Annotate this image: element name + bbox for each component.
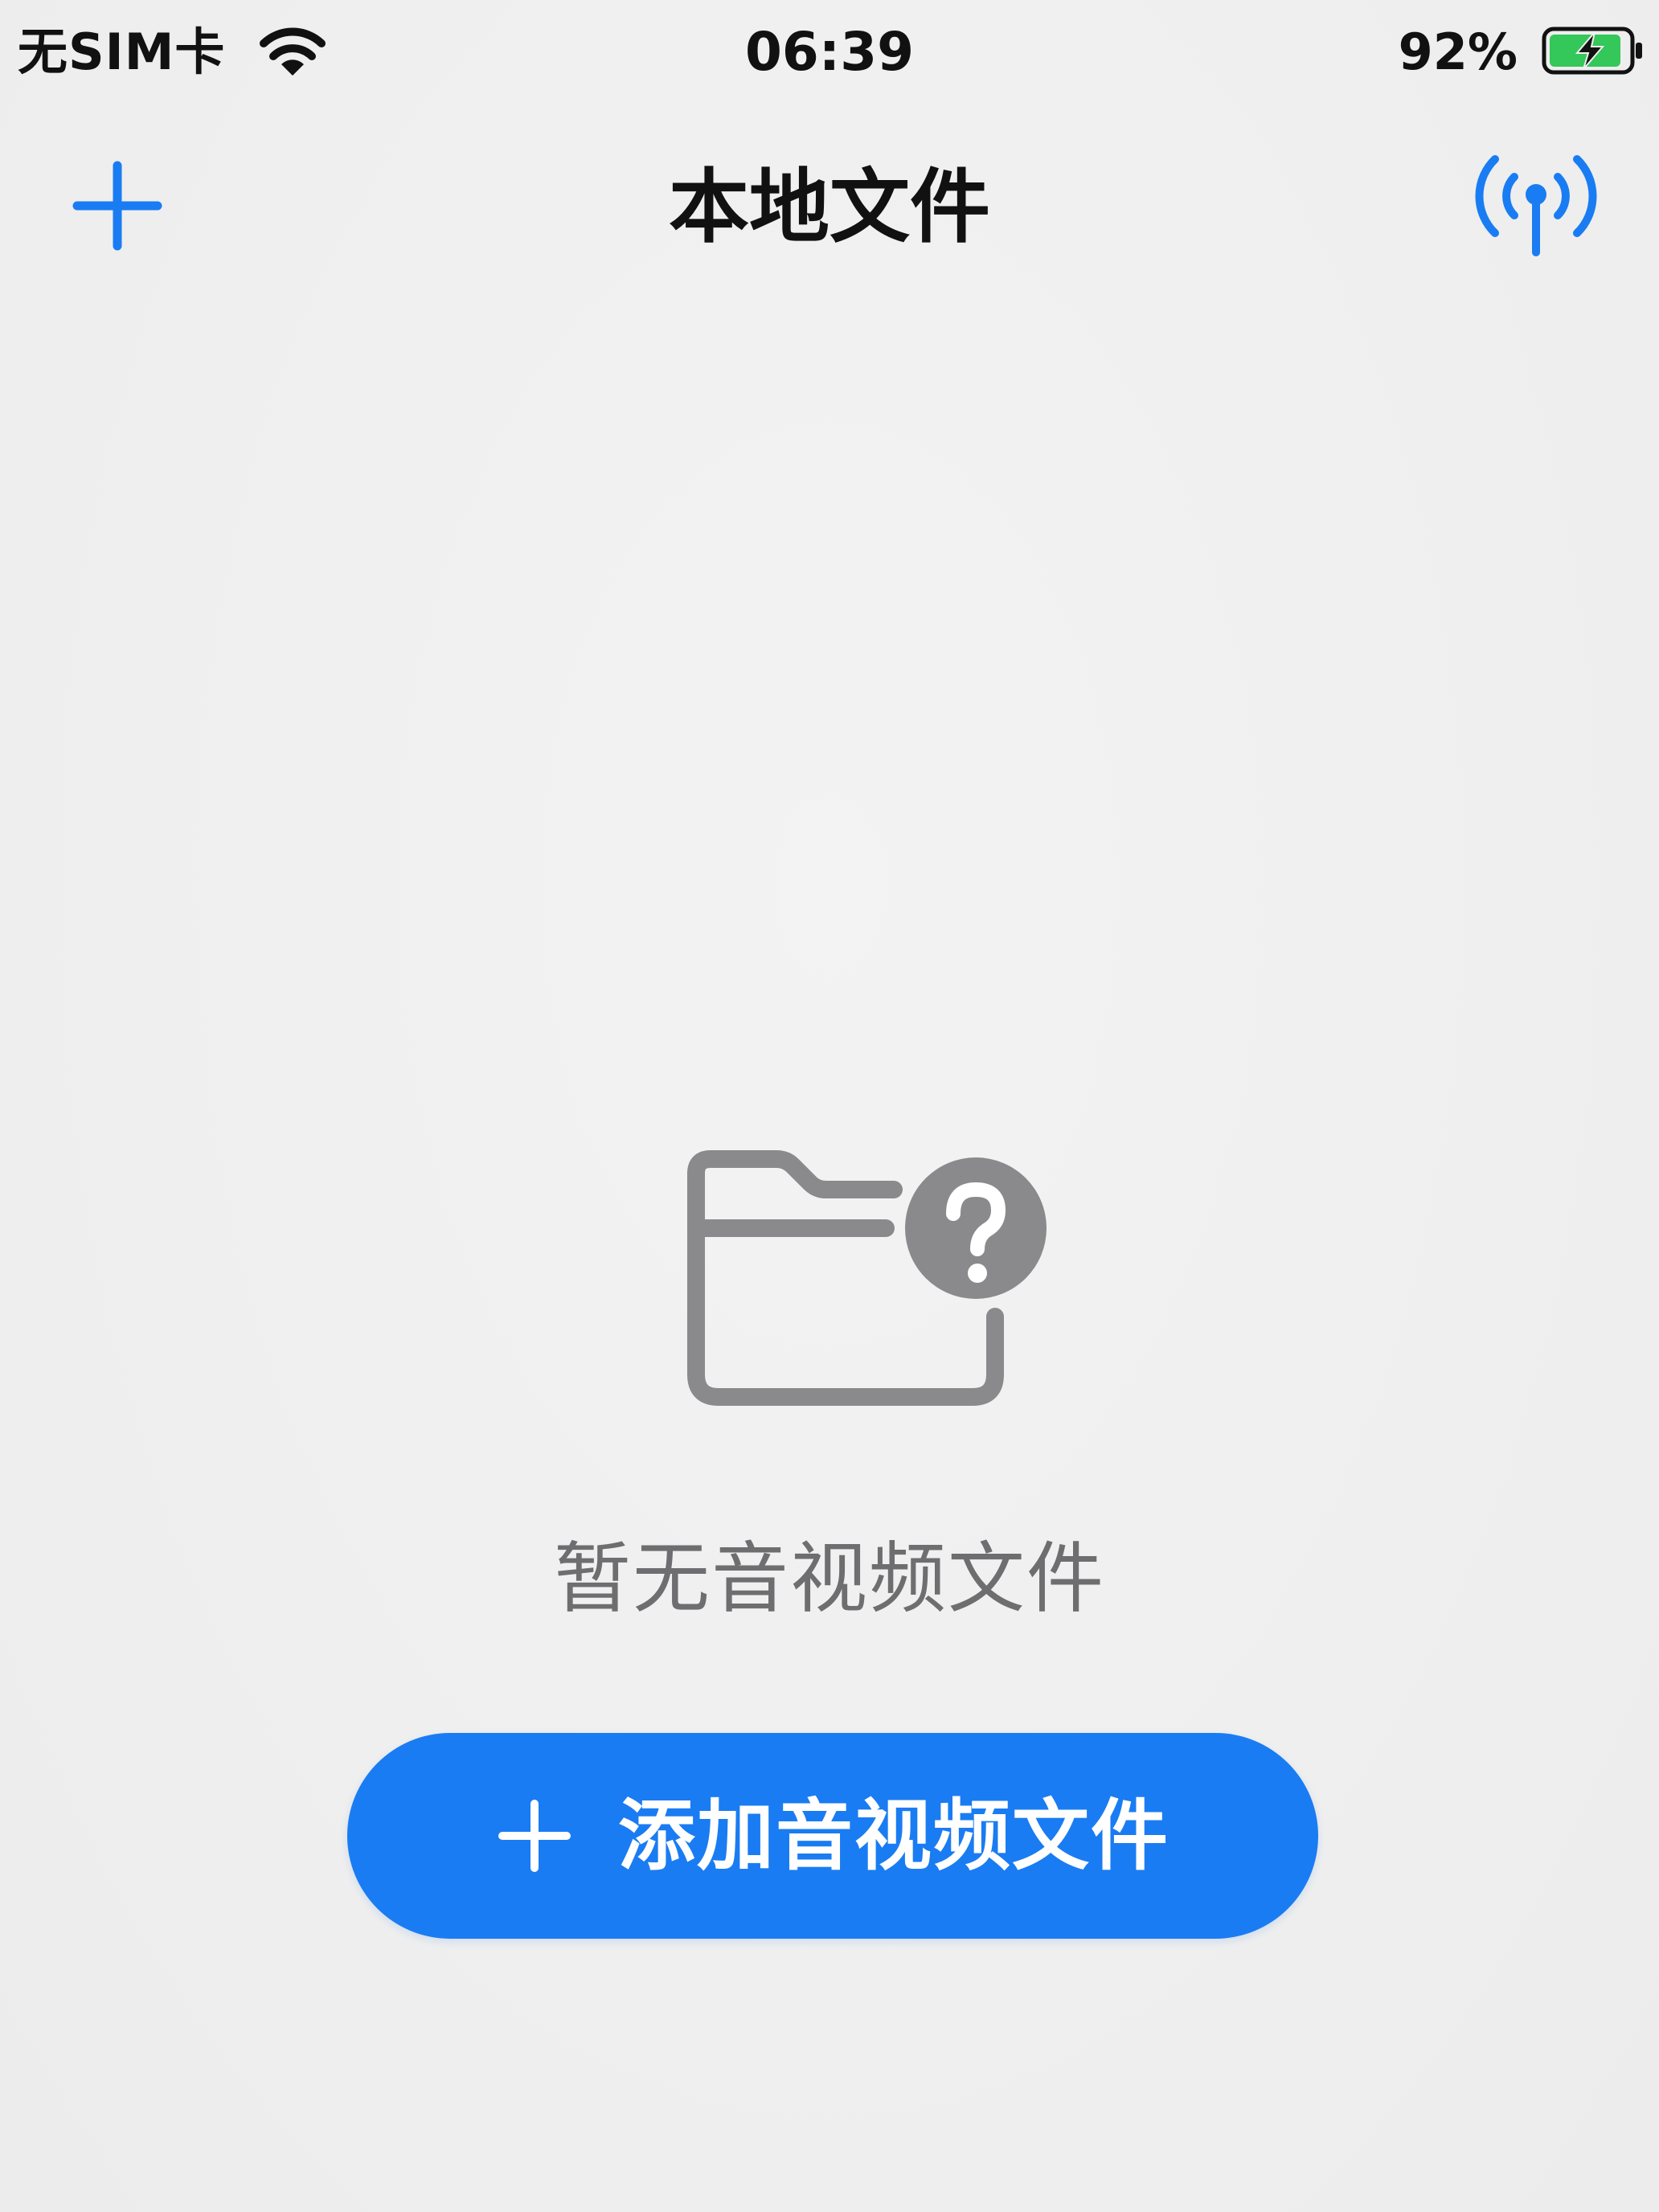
page-title: 本地文件 — [669, 160, 990, 254]
empty-state-message: 暂无音视频文件 — [554, 1534, 1105, 1624]
battery-percent: 92% — [1398, 23, 1518, 81]
status-bar: 无SIM卡 06:39 92% — [0, 0, 1659, 113]
broadcast-button[interactable] — [1468, 141, 1604, 262]
battery-charging-icon — [1542, 27, 1642, 75]
broadcast-antenna-icon — [1475, 155, 1597, 256]
plus-icon — [498, 1800, 571, 1872]
folder-question-icon — [687, 1150, 1047, 1406]
add-media-files-label: 添加音视频文件 — [618, 1791, 1169, 1881]
app-screen: 无SIM卡 06:39 92% 本地文件 暂无音视频文件 添加音视频文件 — [0, 0, 1659, 2212]
add-media-files-button[interactable]: 添加音视频文件 — [347, 1733, 1318, 1939]
navigation-bar: 本地文件 — [0, 129, 1659, 273]
